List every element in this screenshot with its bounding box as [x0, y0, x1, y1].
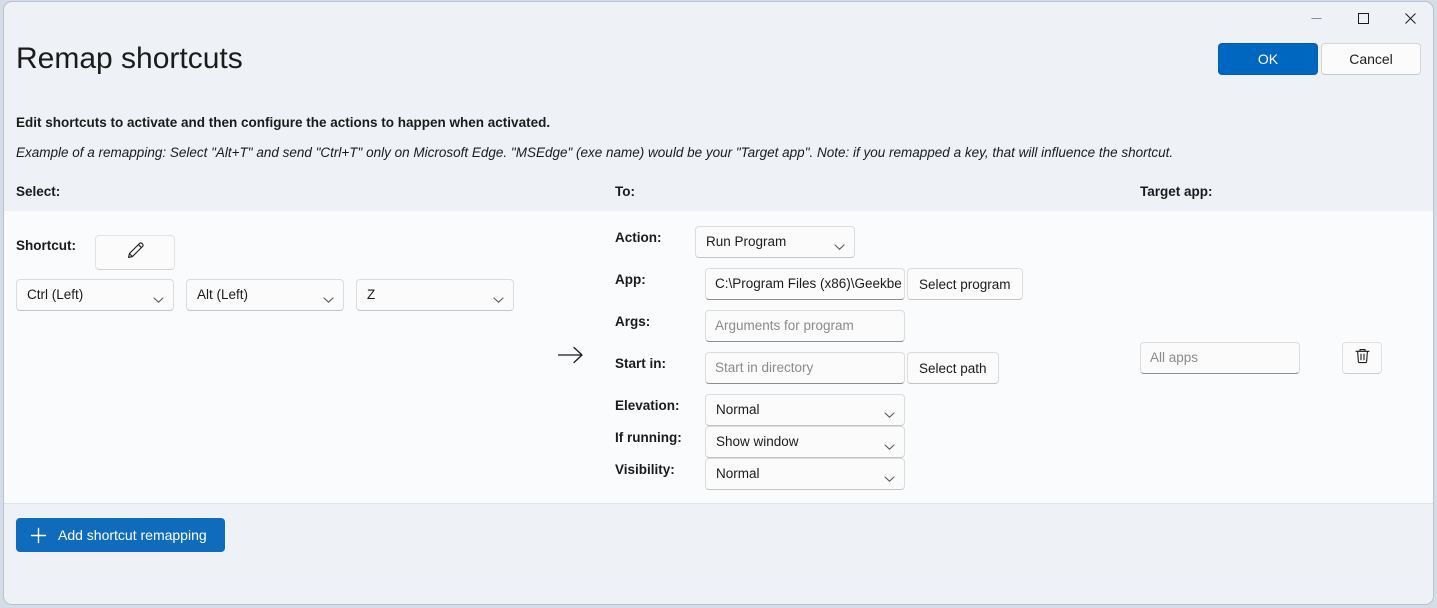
close-icon[interactable]	[1387, 2, 1433, 34]
example-text: Example of a remapping: Select "Alt+T" a…	[16, 145, 1173, 160]
maximize-icon[interactable]	[1340, 2, 1386, 34]
footer-bar: Add shortcut remapping	[4, 503, 1433, 605]
shortcut-key-value-2: Alt (Left)	[197, 287, 248, 302]
start-in-placeholder: Start in directory	[715, 360, 813, 375]
shortcut-key-value-1: Ctrl (Left)	[27, 287, 83, 302]
minimize-icon[interactable]	[1293, 2, 1339, 34]
chevron-down-icon	[323, 291, 334, 309]
select-path-button[interactable]: Select path	[907, 352, 999, 384]
shortcut-key-value-3: Z	[367, 287, 375, 302]
start-in-input[interactable]: Start in directory	[705, 352, 905, 384]
visibility-dropdown[interactable]: Normal	[705, 458, 905, 490]
add-shortcut-remapping-label: Add shortcut remapping	[58, 527, 207, 543]
page-title: Remap shortcuts	[16, 42, 243, 76]
if-running-label: If running:	[615, 430, 682, 445]
elevation-dropdown[interactable]: Normal	[705, 394, 905, 426]
column-header-to: To:	[615, 184, 635, 199]
title-bar	[4, 2, 1433, 34]
args-placeholder: Arguments for program	[715, 318, 854, 333]
select-program-button[interactable]: Select program	[907, 268, 1023, 300]
elevation-value: Normal	[716, 402, 760, 417]
args-label: Args:	[615, 314, 650, 329]
if-running-dropdown[interactable]: Show window	[705, 426, 905, 458]
arrow-right-icon	[557, 344, 585, 371]
shortcut-key-dropdown-2[interactable]: Alt (Left)	[186, 279, 344, 311]
trash-icon	[1354, 347, 1371, 370]
delete-remapping-button[interactable]	[1342, 342, 1382, 374]
shortcut-label: Shortcut:	[16, 238, 76, 253]
remap-shortcuts-window: Remap shortcuts OK Cancel Edit shortcuts…	[3, 1, 1434, 605]
plus-icon	[30, 527, 47, 544]
ok-button[interactable]: OK	[1218, 43, 1318, 75]
column-header-target-app: Target app:	[1140, 184, 1213, 199]
intro-text: Edit shortcuts to activate and then conf…	[16, 115, 550, 130]
column-header-select: Select:	[16, 184, 60, 199]
if-running-value: Show window	[716, 434, 799, 449]
action-value: Run Program	[706, 234, 786, 249]
start-in-label: Start in:	[615, 356, 666, 371]
edit-shortcut-button[interactable]	[95, 235, 175, 270]
chevron-down-icon	[834, 238, 845, 256]
chevron-down-icon	[153, 291, 164, 309]
column-header-band: Select: To: Target app:	[4, 176, 1433, 212]
shortcut-key-dropdown-3[interactable]: Z	[356, 279, 514, 311]
app-label: App:	[615, 272, 646, 287]
action-label: Action:	[615, 230, 662, 245]
chevron-down-icon	[884, 470, 895, 488]
elevation-label: Elevation:	[615, 398, 680, 413]
app-path-value: C:\Program Files (x86)\Geekbe	[715, 276, 902, 291]
visibility-label: Visibility:	[615, 462, 675, 477]
shortcut-key-dropdown-1[interactable]: Ctrl (Left)	[16, 279, 174, 311]
chevron-down-icon	[884, 406, 895, 424]
add-shortcut-remapping-button[interactable]: Add shortcut remapping	[16, 518, 225, 552]
cancel-button[interactable]: Cancel	[1321, 43, 1421, 75]
args-input[interactable]: Arguments for program	[705, 310, 905, 342]
chevron-down-icon	[884, 438, 895, 456]
target-app-input[interactable]: All apps	[1140, 342, 1300, 374]
pencil-icon	[126, 241, 145, 265]
visibility-value: Normal	[716, 466, 760, 481]
target-app-placeholder: All apps	[1150, 350, 1198, 365]
action-dropdown[interactable]: Run Program	[695, 226, 855, 258]
chevron-down-icon	[493, 291, 504, 309]
app-path-input[interactable]: C:\Program Files (x86)\Geekbe	[705, 268, 905, 300]
